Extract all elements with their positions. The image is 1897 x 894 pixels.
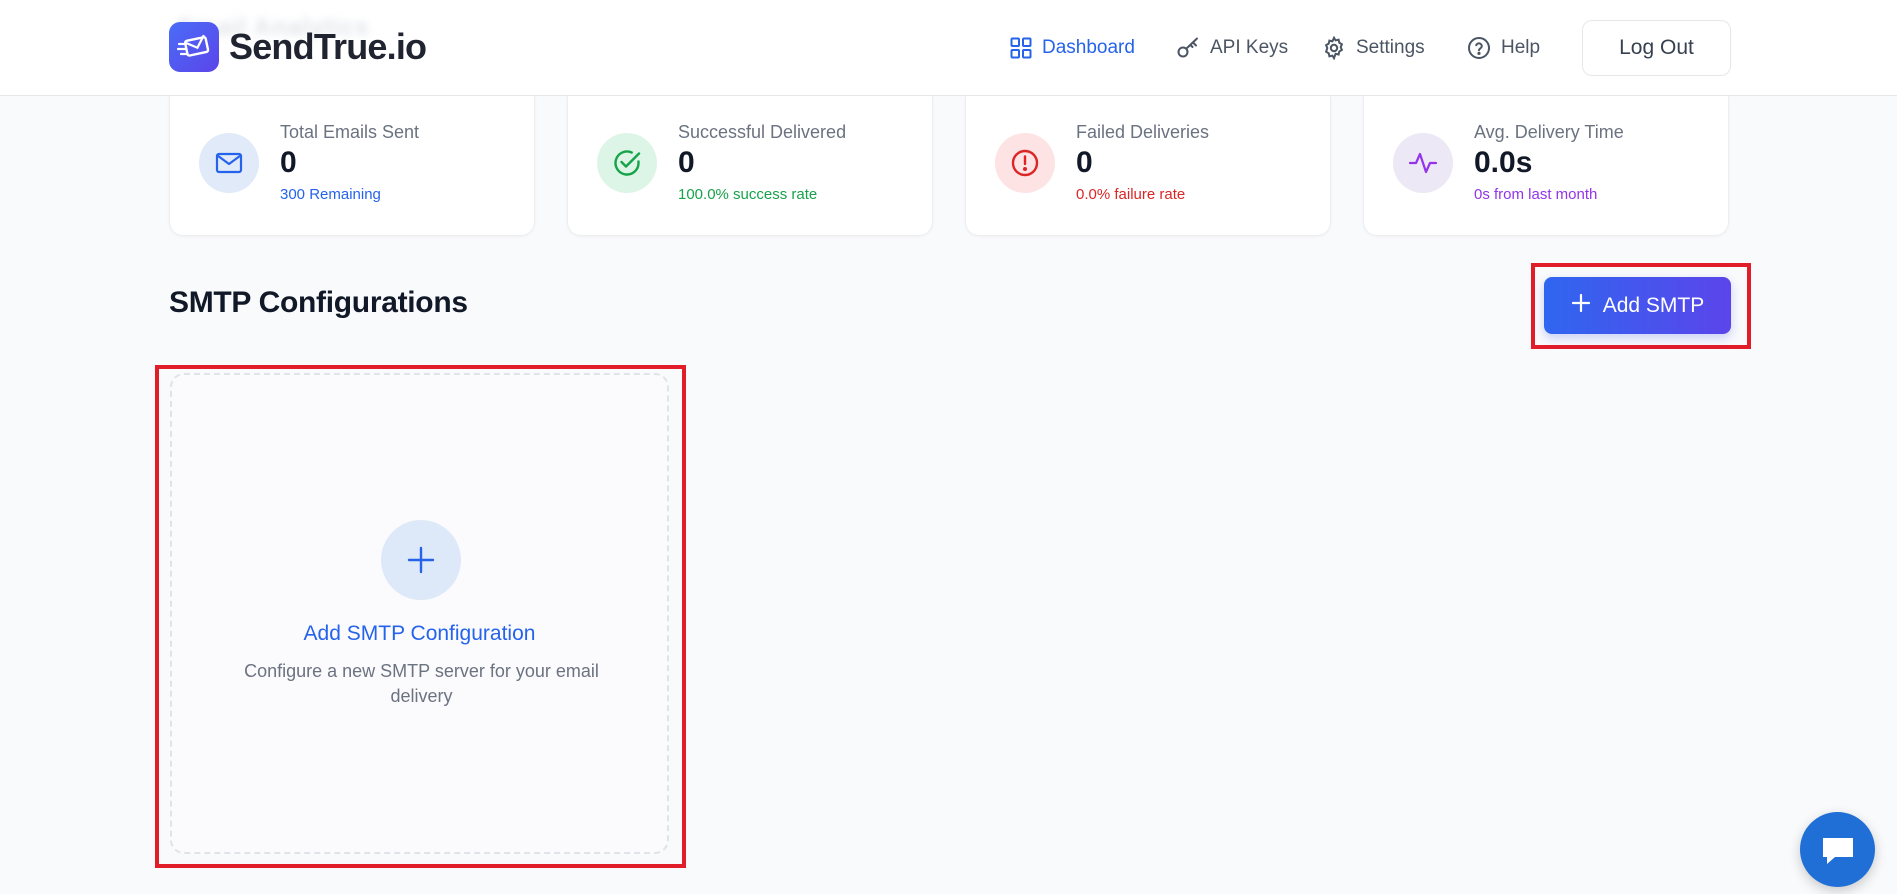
stat-card-successful: Successful Delivered 0 100.0% success ra… xyxy=(567,96,933,236)
stat-label: Avg. Delivery Time xyxy=(1474,122,1624,142)
stat-label: Failed Deliveries xyxy=(1076,122,1210,142)
plus-icon xyxy=(381,520,461,600)
stat-card-failed: Failed Deliveries 0 0.0% failure rate xyxy=(965,96,1331,236)
logout-button[interactable]: Log Out xyxy=(1582,20,1731,76)
activity-icon xyxy=(1393,133,1453,193)
plus-icon xyxy=(1571,293,1591,319)
mail-icon xyxy=(199,133,259,193)
add-smtp-configuration-card[interactable]: Add SMTP Configuration Configure a new S… xyxy=(170,373,669,854)
stat-sub: 0.0% failure rate xyxy=(1076,186,1186,203)
stat-sub: 300 Remaining xyxy=(280,186,381,203)
help-circle-icon xyxy=(1467,36,1491,60)
key-icon xyxy=(1176,36,1200,60)
nav-help[interactable]: Help xyxy=(1467,0,1540,96)
grid-icon xyxy=(1010,37,1032,59)
stat-value: 0 xyxy=(678,146,695,179)
nav-help-label: Help xyxy=(1501,37,1541,58)
chat-icon[interactable] xyxy=(1800,812,1875,887)
nav-dashboard-label: Dashboard xyxy=(1042,37,1135,58)
stat-value: 0 xyxy=(1076,146,1093,179)
add-card-description: Configure a new SMTP server for your ema… xyxy=(244,661,599,706)
nav-api-keys[interactable]: API Keys xyxy=(1176,0,1288,96)
check-circle-icon xyxy=(597,133,657,193)
stat-value: 0 xyxy=(280,146,297,179)
alert-circle-icon xyxy=(995,133,1055,193)
stat-card-avg-delivery: Avg. Delivery Time 0.0s 0s from last mon… xyxy=(1363,96,1729,236)
logo-mail-icon xyxy=(169,22,219,72)
add-card-title: Add SMTP Configuration xyxy=(303,622,536,645)
logo[interactable]: SendTrue.io xyxy=(169,22,427,72)
add-smtp-button[interactable]: Add SMTP xyxy=(1544,277,1731,334)
stat-sub: 100.0% success rate xyxy=(678,186,818,203)
logo-text: SendTrue.io xyxy=(229,26,427,67)
stat-card-total-emails: Total Emails Sent 0 300 Remaining xyxy=(169,96,535,236)
nav-dashboard[interactable]: Dashboard xyxy=(1010,0,1135,96)
top-header: Email Analytics SendTrue.io Dashboard AP… xyxy=(0,0,1897,96)
stat-label: Total Emails Sent xyxy=(280,122,420,142)
nav-settings[interactable]: Settings xyxy=(1322,0,1425,96)
stat-value: 0.0s xyxy=(1474,146,1533,179)
nav-api-keys-label: API Keys xyxy=(1210,37,1289,58)
stat-sub: 0s from last month xyxy=(1474,186,1598,203)
section-title: SMTP Configurations xyxy=(169,286,468,319)
nav-settings-label: Settings xyxy=(1356,37,1425,58)
stat-label: Successful Delivered xyxy=(678,122,847,142)
gear-icon xyxy=(1322,36,1346,60)
page: Email Analytics SendTrue.io Dashboard AP… xyxy=(0,0,1897,894)
add-smtp-label: Add SMTP xyxy=(1602,293,1705,317)
